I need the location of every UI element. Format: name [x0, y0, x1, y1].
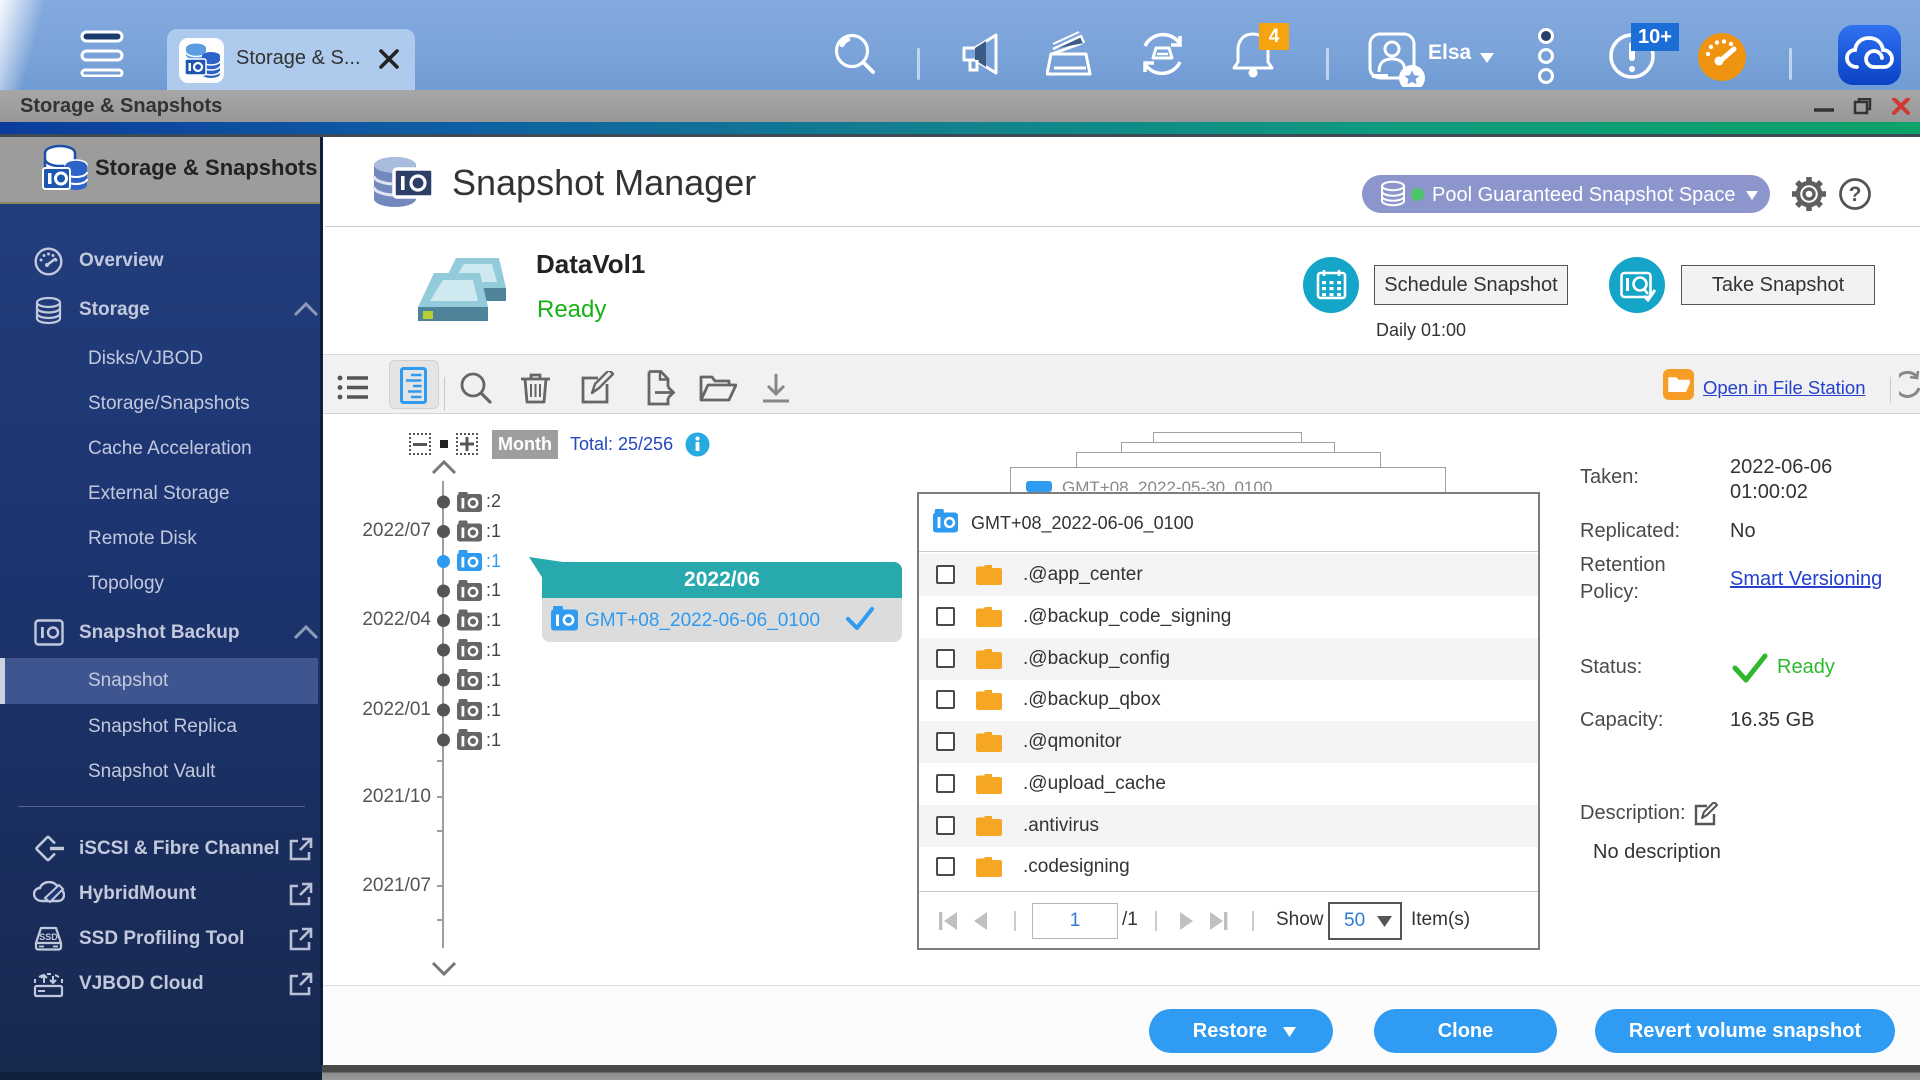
svg-text:SSD: SSD	[39, 932, 58, 942]
svg-text:?: ?	[1849, 183, 1862, 206]
